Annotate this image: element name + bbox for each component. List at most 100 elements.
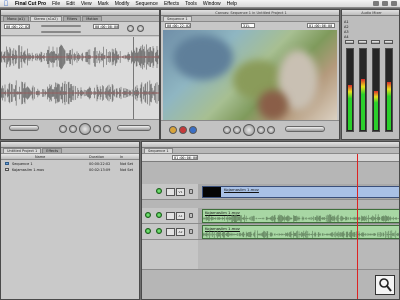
track-enable-icon[interactable] xyxy=(156,212,162,218)
tab-timeline-sequence[interactable]: Sequence 1 xyxy=(144,148,173,153)
menu-sequence[interactable]: Sequence xyxy=(132,1,161,7)
viewer-timecode-field[interactable]: 00:00:00:00 xyxy=(93,24,119,29)
item-name: Kojamaslim 1.mov xyxy=(12,168,45,172)
viewer-playhead[interactable] xyxy=(133,37,134,119)
canvas-video-frame[interactable] xyxy=(163,30,337,128)
track-visibility-icon[interactable] xyxy=(156,188,162,194)
lock-icon[interactable] xyxy=(189,213,193,218)
tab-effects[interactable]: Effects xyxy=(42,148,63,153)
lock-icon[interactable] xyxy=(189,189,193,194)
jog-control[interactable] xyxy=(117,125,151,131)
volume-fader[interactable] xyxy=(384,40,393,44)
clip-icon xyxy=(5,168,9,171)
menu-tools[interactable]: Tools xyxy=(182,1,200,7)
timeline-ruler[interactable]: 01:00:06:00 xyxy=(142,154,399,162)
column-name[interactable]: Name xyxy=(35,154,45,160)
drag-hand-icon[interactable] xyxy=(127,25,134,32)
video-clip[interactable]: Kojamaslim 1.mov xyxy=(202,186,399,198)
track-enable-icon[interactable] xyxy=(156,228,162,234)
tab-filters[interactable]: Filters xyxy=(62,16,82,21)
overwrite-edit-button[interactable] xyxy=(179,126,187,134)
menu-help[interactable]: Help xyxy=(224,1,240,7)
track-row-empty[interactable] xyxy=(198,240,399,270)
list-item[interactable]: Kojamaslim 1.mov 00:02:13:09 Not Set xyxy=(1,167,139,173)
track-label-a1[interactable]: A1 xyxy=(176,212,185,220)
source-patch-a1[interactable] xyxy=(166,212,175,220)
zoom-tool-button[interactable] xyxy=(375,275,395,295)
source-patch-a2[interactable] xyxy=(166,228,175,236)
volume-icon[interactable] xyxy=(382,1,388,6)
track-row-a1[interactable]: Kojamaslim 1.mov xyxy=(198,208,399,224)
menu-effects[interactable]: Effects xyxy=(161,1,182,7)
canvas-play-button[interactable] xyxy=(243,124,255,136)
menu-view[interactable]: View xyxy=(78,1,95,7)
source-patch-v1[interactable] xyxy=(166,188,175,196)
tab-project[interactable]: Untitled Project 1 xyxy=(3,148,42,153)
viewer-transport xyxy=(1,119,159,139)
menu-app[interactable]: Final Cut Pro xyxy=(12,1,49,7)
track-header-v1: V1 xyxy=(142,184,198,200)
canvas-prev-edit-button[interactable] xyxy=(223,126,231,134)
column-duration[interactable]: Duration xyxy=(89,154,104,160)
play-button[interactable] xyxy=(79,123,91,135)
clip-thumbnail xyxy=(203,187,221,197)
viewer-duration-field[interactable]: 00:00:22:02 xyxy=(4,24,30,29)
track-label-a2[interactable]: A2 xyxy=(176,228,185,236)
track-row-v1[interactable]: Kojamaslim 1.mov xyxy=(198,184,399,200)
timeline-timecode-field[interactable]: 01:00:06:00 xyxy=(172,155,198,160)
canvas-title: Canvas: Sequence 1 in Untitled Project 1 xyxy=(215,10,287,15)
tab-mono[interactable]: Mono (a1) xyxy=(3,16,29,21)
lock-icon[interactable] xyxy=(189,229,193,234)
menu-edit[interactable]: Edit xyxy=(63,1,78,7)
tab-stereo[interactable]: Stereo (a1a2) xyxy=(29,16,62,21)
level-meter xyxy=(359,48,367,132)
pan-slider[interactable] xyxy=(41,31,81,33)
sequence-icon xyxy=(5,162,9,165)
clock-icon[interactable] xyxy=(391,1,397,6)
canvas-window: Canvas: Sequence 1 in Untitled Project 1… xyxy=(160,9,340,140)
menu-modify[interactable]: Modify xyxy=(112,1,133,7)
canvas-zoom-field[interactable]: 31% xyxy=(241,23,255,28)
waveform-channel-1 xyxy=(1,44,159,70)
canvas-jog-control[interactable] xyxy=(285,126,325,132)
canvas-play-around-button[interactable] xyxy=(257,126,265,134)
reset-icon[interactable] xyxy=(137,25,144,32)
volume-fader[interactable] xyxy=(358,40,367,44)
insert-edit-button[interactable] xyxy=(169,126,177,134)
menu-window[interactable]: Window xyxy=(200,1,224,7)
audio-clip[interactable]: Kojamaslim 1.mov xyxy=(202,209,399,223)
volume-fader[interactable] xyxy=(371,40,380,44)
volume-fader[interactable] xyxy=(345,40,354,44)
next-edit-button[interactable] xyxy=(103,125,111,133)
video-blur-region xyxy=(173,35,233,80)
menu-file[interactable]: File xyxy=(49,1,63,7)
column-in[interactable]: In xyxy=(120,154,123,160)
play-in-out-button[interactable] xyxy=(69,125,77,133)
level-meter-fill xyxy=(348,85,352,130)
canvas-play-in-out-button[interactable] xyxy=(233,126,241,134)
menu-bar:  Final Cut Pro File Edit View Mark Modi… xyxy=(0,0,400,8)
tab-motion[interactable]: Motion xyxy=(82,16,103,21)
tab-canvas-sequence[interactable]: Sequence 1 xyxy=(163,16,192,21)
prev-edit-button[interactable] xyxy=(59,125,67,133)
waveform-display[interactable] xyxy=(1,37,159,119)
canvas-timecode-field[interactable]: 01:00:06:00 xyxy=(307,23,335,28)
track-row-a2[interactable]: Kojamaslim 1.mov xyxy=(198,224,399,240)
display-icon[interactable] xyxy=(373,1,379,6)
track-header-a2: A2 xyxy=(142,224,198,240)
audio-clip[interactable]: Kojamaslim 1.mov xyxy=(202,225,399,239)
track-audible-icon[interactable] xyxy=(145,212,151,218)
play-around-button[interactable] xyxy=(93,125,101,133)
browser-window: Untitled Project 1 Effects Name Duration… xyxy=(0,141,140,300)
shuttle-control[interactable] xyxy=(9,125,39,131)
canvas-duration-field[interactable]: 00:00:22:02 xyxy=(165,23,191,28)
track-label-v1[interactable]: V1 xyxy=(176,188,185,196)
level-meter xyxy=(346,48,354,132)
replace-edit-button[interactable] xyxy=(189,126,197,134)
level-slider[interactable] xyxy=(41,25,81,27)
track-audible-icon[interactable] xyxy=(145,228,151,234)
menu-mark[interactable]: Mark xyxy=(95,1,112,7)
apple-menu-icon[interactable]:  xyxy=(0,0,12,7)
canvas-next-edit-button[interactable] xyxy=(267,126,275,134)
timeline-playhead[interactable] xyxy=(357,154,358,299)
